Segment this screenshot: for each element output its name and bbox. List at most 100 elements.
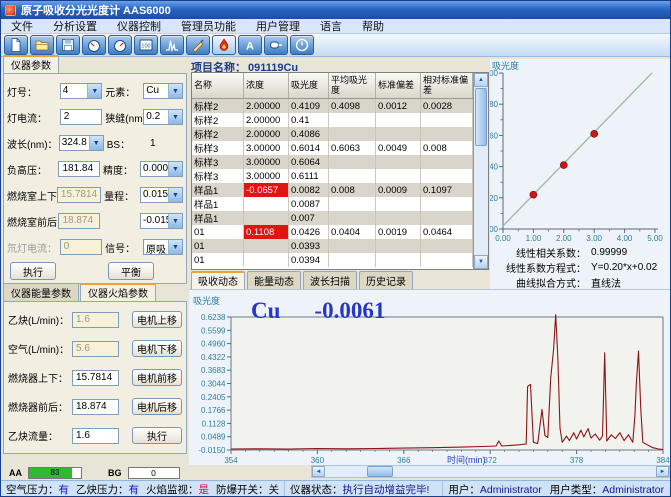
range-low-select[interactable]: -0.0150▼ [140,213,183,229]
param-row-4: 负高压：181.84精度：0.0000▼ [4,156,186,182]
status-flag-label: 防爆开关： [216,484,269,496]
new-file-button[interactable] [4,35,28,55]
hollow-cathode-lamp-button[interactable] [264,35,288,55]
ignite-flame-button[interactable] [212,35,236,55]
tab-absorption-dynamics[interactable]: 吸收动态 [191,271,245,289]
column-header-2[interactable]: 浓度 [244,73,289,98]
open-file-button[interactable] [30,35,54,55]
table-row[interactable]: 标样33.000000.6111 [192,169,473,183]
column-header-4[interactable]: 平均吸光度 [329,73,376,98]
burner-frontback-input[interactable]: 18.874 [72,399,119,415]
wavelength-select[interactable]: 324.8▼ [59,135,104,151]
svg-text:100: 100 [141,44,150,50]
table-row[interactable]: 样品10.007 [192,211,473,225]
signal-select[interactable]: 原吸▼ [143,239,183,255]
auto-gain-button[interactable]: A [238,35,262,55]
scroll-track[interactable] [474,147,488,255]
table-row[interactable]: 样品10.0087 [192,197,473,211]
gain-100-meter-button[interactable]: 100 [134,35,158,55]
slit-select-value: 0.2 [144,110,168,124]
table-row[interactable]: 010.11080.04260.04040.00190.0464 [192,225,473,239]
table-row[interactable]: 标样22.000000.41 [192,113,473,127]
params-execute-button[interactable]: 执行 [10,262,56,280]
table-row[interactable]: 010.0394 [192,253,473,267]
scroll-left-icon[interactable]: ◄ [312,466,325,477]
scroll-down-icon[interactable]: ▼ [474,255,488,269]
horizontal-scroll-thumb[interactable] [367,466,393,477]
tab-energy-dynamics[interactable]: 能量动态 [247,271,301,289]
precision-select[interactable]: 0.0000▼ [140,161,183,177]
table-vertical-scrollbar[interactable]: ▲ ▼ [473,73,488,269]
svg-text:378: 378 [570,456,584,465]
table-cell: 标样3 [192,169,244,183]
energy-meter-button[interactable] [82,35,106,55]
scroll-up-icon[interactable]: ▲ [474,73,488,87]
wavelength-scan-button[interactable] [160,35,184,55]
lamp-current-input[interactable]: 2 [60,109,103,125]
acetylene-input: 1.6 [72,312,119,328]
table-row[interactable]: 样品1-0.06570.00820.0080.00090.1097 [192,183,473,197]
auto-zero-pen-button[interactable] [186,35,210,55]
table-cell [376,253,421,267]
status-flag-label: 火焰监视： [146,484,199,496]
table-row[interactable]: 标样22.000000.4086 [192,127,473,141]
column-header-5[interactable]: 标准偏差 [376,73,421,98]
svg-text:0.1766: 0.1766 [201,406,226,415]
balance-meter-icon [112,37,128,53]
flame-param-label: 燃烧器前后： [8,399,72,414]
column-header-1[interactable]: 名称 [192,73,244,98]
lamp-number-select[interactable]: 4▼ [60,83,103,99]
menu-item-4[interactable]: 管理员功能 [171,19,246,33]
column-header-6[interactable]: 相对标准偏差 [421,73,473,98]
menu-item-7[interactable]: 帮助 [352,19,394,33]
table-cell: 0.6064 [289,155,329,169]
table-cell: 0.6111 [289,169,329,183]
acetylene-flow-input[interactable]: 1.6 [72,428,119,444]
table-cell: 0.0082 [289,183,329,197]
chart-horizontal-scrollbar[interactable]: ◄ ► [311,465,670,478]
motor-up-button[interactable]: 电机上移 [132,311,182,328]
pmt-voltage-input[interactable]: 181.84 [58,161,100,177]
menu-item-6[interactable]: 语言 [310,19,352,33]
power-button[interactable] [290,35,314,55]
scroll-right-icon[interactable]: ► [656,466,669,477]
motor-forward-button[interactable]: 电机前移 [132,369,182,386]
menu-item-5[interactable]: 用户管理 [246,19,310,33]
menu-item-2[interactable]: 分析设置 [43,19,107,33]
table-row[interactable]: 标样33.000000.60140.60630.00490.008 [192,141,473,155]
tab-history[interactable]: 历史记录 [359,271,413,289]
svg-text:5.00: 5.00 [647,234,663,243]
column-header-3[interactable]: 吸光度 [289,73,329,98]
flame-execute-button[interactable]: 执行 [132,427,182,444]
table-cell [421,239,473,253]
table-cell: 0.0394 [289,253,329,267]
menu-item-3[interactable]: 仪器控制 [107,19,171,33]
motor-back-button[interactable]: 电机后移 [132,398,182,415]
table-row[interactable]: 标样33.000000.6064 [192,155,473,169]
toolbar: 100 A [1,34,670,57]
element-select[interactable]: Cu▼ [143,83,183,99]
flame-row-4: 燃烧器前后：18.874 电机后移 [4,392,186,421]
tab-instrument-flame-params[interactable]: 仪器火焰参数 [80,283,156,301]
balance-meter-button[interactable] [108,35,132,55]
table-cell: 3.00000 [244,141,289,155]
tab-instrument-energy-params[interactable]: 仪器能量参数 [3,283,79,301]
table-row[interactable]: 010.0393 [192,239,473,253]
dynamics-tabs: 吸收动态能量动态波长扫描历史记录 [191,272,489,289]
table-cell: -0.0657 [244,183,289,197]
balance-button[interactable]: 平衡 [108,262,154,280]
range-high-select[interactable]: 0.0150▼ [140,187,183,203]
absorption-dynamics-panel: Cu -0.0061 吸光度0.62380.55990.49600.43220.… [189,289,671,465]
slit-select[interactable]: 0.2▼ [143,109,183,125]
title-bar: 原子吸收分光光度计 AAS6000 [1,1,670,19]
tab-instrument-params[interactable]: 仪器参数 [3,55,59,73]
save-button[interactable] [56,35,80,55]
table-row[interactable]: 标样22.000000.41090.40980.00120.0028 [192,99,473,113]
vertical-scroll-thumb[interactable] [475,88,487,146]
burner-updown-input[interactable]: 15.7814 [72,370,119,386]
motor-down-button[interactable]: 电机下移 [132,340,182,357]
menu-item-1[interactable]: 文件 [1,19,43,33]
table-cell: 标样3 [192,141,244,155]
tab-wavelength-scan[interactable]: 波长扫描 [303,271,357,289]
param-label: 负高压： [7,162,58,177]
